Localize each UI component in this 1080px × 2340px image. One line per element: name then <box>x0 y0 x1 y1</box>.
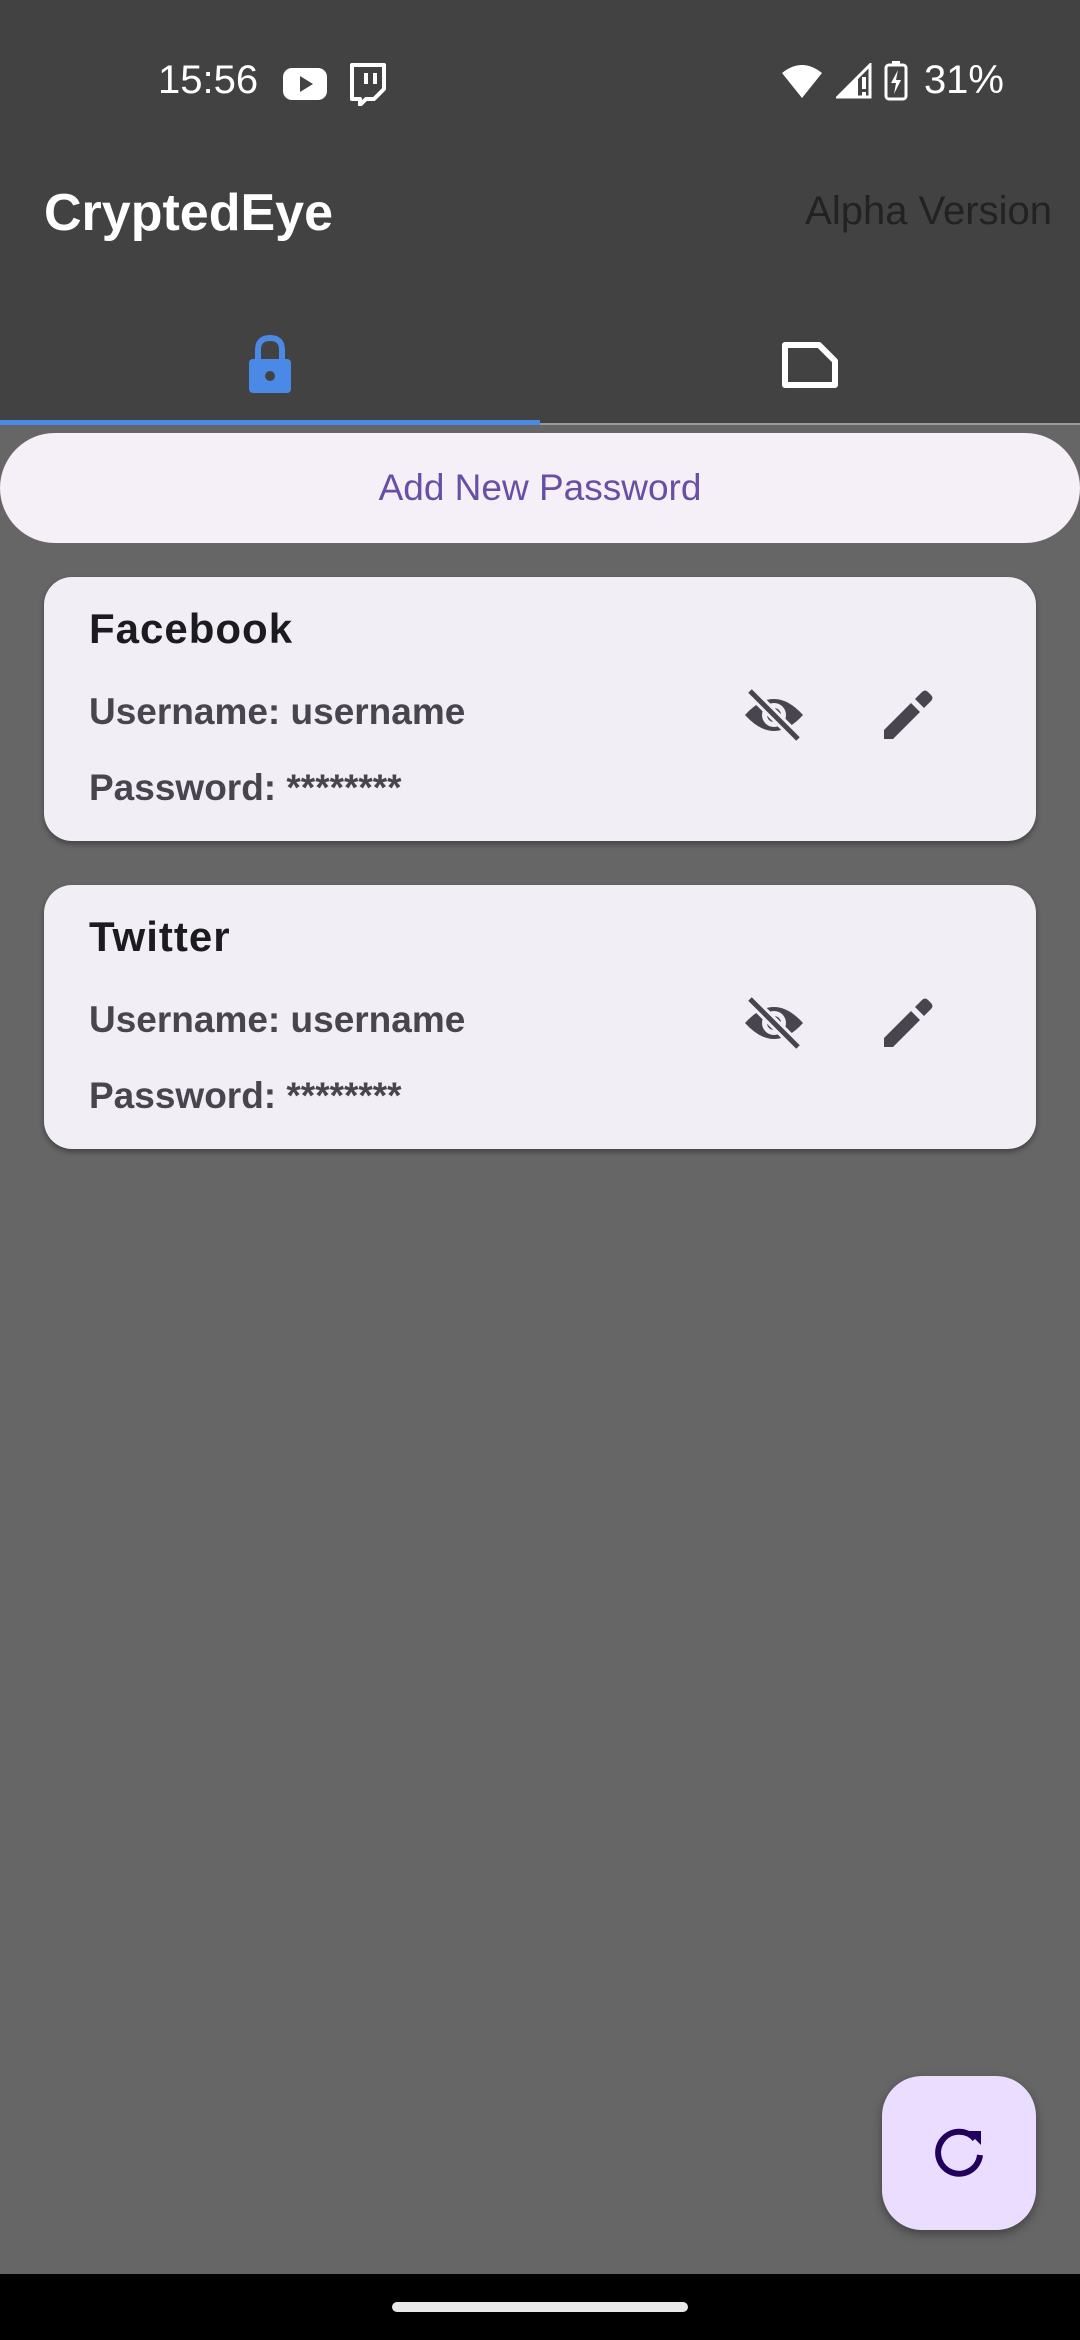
note-icon <box>782 342 838 388</box>
home-handle[interactable] <box>392 2302 688 2312</box>
tab-notes[interactable] <box>540 305 1080 425</box>
toggle-visibility-button[interactable] <box>736 985 812 1061</box>
refresh-button[interactable] <box>882 2076 1036 2230</box>
battery-percentage: 31% <box>923 58 1004 102</box>
edit-button[interactable] <box>870 677 946 753</box>
password-card[interactable]: Facebook Username: username Password: **… <box>44 577 1036 841</box>
version-label: Alpha Version <box>805 189 1052 233</box>
entry-password: Password: ******** <box>89 767 402 808</box>
edit-button[interactable] <box>870 985 946 1061</box>
app-title: CryptedEye <box>44 184 333 242</box>
tab-bar <box>0 305 1080 425</box>
visibility-off-icon <box>745 996 803 1050</box>
status-time: 15:56 <box>158 58 259 102</box>
youtube-icon <box>283 68 327 100</box>
entry-password: Password: ******** <box>89 1075 402 1116</box>
refresh-icon <box>935 2128 983 2177</box>
status-bar: 15:56 31% <box>0 0 1080 165</box>
visibility-off-icon <box>745 688 803 742</box>
tab-passwords[interactable] <box>0 305 540 425</box>
navigation-bar <box>0 2274 1080 2340</box>
entry-title: Facebook <box>89 605 294 652</box>
lock-icon <box>249 335 291 393</box>
app-bar: CryptedEye Alpha Version <box>0 165 1080 425</box>
add-password-button[interactable]: Add New Password <box>0 433 1080 543</box>
screen: 15:56 31% CryptedEye Alpha Version Add N… <box>0 0 1080 2340</box>
entry-username: Username: username <box>89 691 466 732</box>
status-right: 31% <box>780 58 1004 103</box>
wifi-icon <box>781 64 822 98</box>
edit-icon <box>884 998 933 1047</box>
toggle-visibility-button[interactable] <box>736 677 812 753</box>
tab-indicator <box>0 420 540 425</box>
entry-username: Username: username <box>89 999 466 1040</box>
edit-icon <box>884 690 933 739</box>
battery-charging-icon <box>884 60 908 100</box>
password-card[interactable]: Twitter Username: username Password: ***… <box>44 885 1036 1149</box>
entry-title: Twitter <box>89 913 231 960</box>
signal-icon <box>835 62 872 98</box>
twitch-icon <box>350 63 386 106</box>
